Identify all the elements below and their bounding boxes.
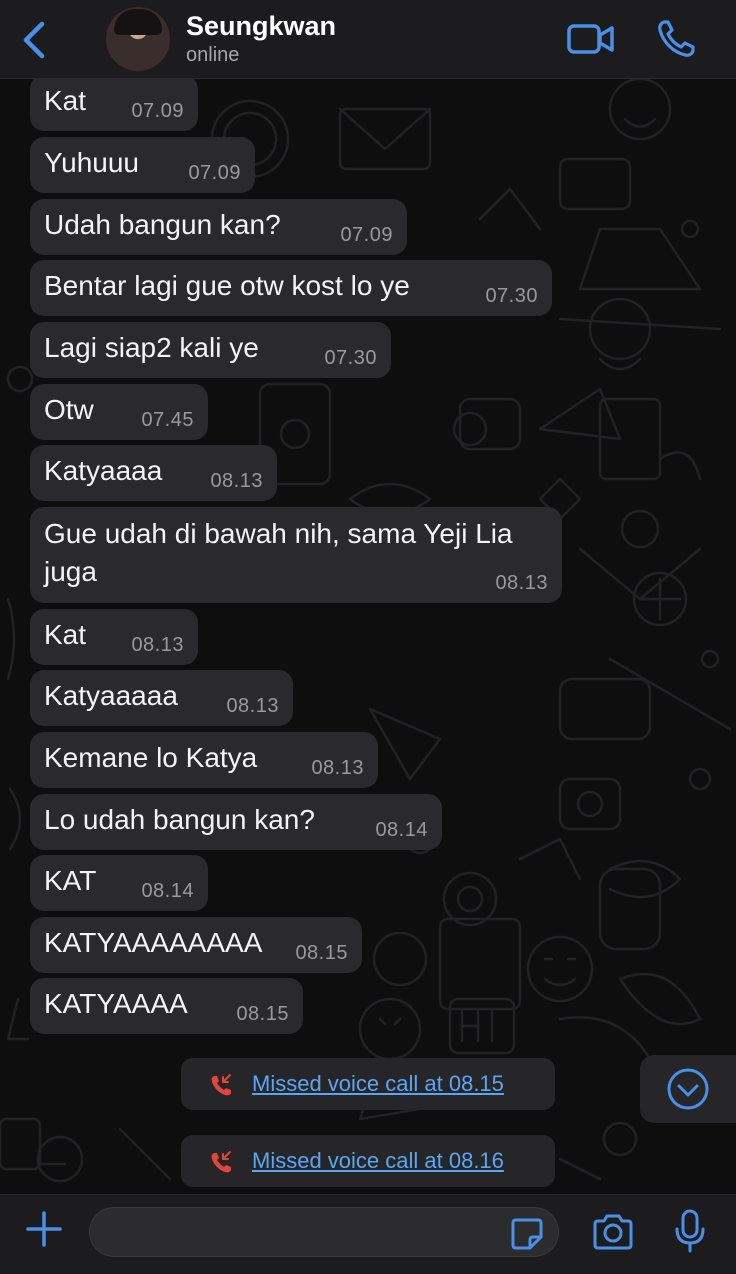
message-bubble[interactable]: KATYAAAAAAAA 08.15 <box>30 917 362 973</box>
message-text: Lagi siap2 kali ye <box>44 332 259 363</box>
sticker-button[interactable] <box>510 1217 544 1251</box>
message-time: 08.13 <box>495 572 548 594</box>
attach-button[interactable] <box>24 1209 64 1249</box>
plus-icon <box>26 1211 62 1247</box>
message-time: 07.09 <box>340 224 393 246</box>
missed-call-link[interactable]: Missed voice call at 08.15 <box>252 1071 504 1097</box>
message-text: Katyaaaaa <box>44 680 178 711</box>
message-input[interactable] <box>89 1207 559 1257</box>
back-button[interactable] <box>14 18 54 62</box>
message-bubble[interactable]: Bentar lagi gue otw kost lo ye 07.30 <box>30 260 552 316</box>
camera-button[interactable] <box>591 1212 635 1252</box>
message-bubble[interactable]: Katyaaaaa 08.13 <box>30 670 293 726</box>
message-text: Kat <box>44 85 87 116</box>
camera-icon <box>593 1214 633 1250</box>
voice-call-button[interactable] <box>655 18 697 60</box>
message-time: 08.13 <box>311 757 364 779</box>
message-bubble[interactable]: Lagi siap2 kali ye 07.30 <box>30 322 391 378</box>
message-bubble[interactable]: Kat 08.13 <box>30 609 198 665</box>
chat-header: Seungkwan online <box>0 0 736 79</box>
message-time: 08.14 <box>141 880 194 902</box>
message-time: 08.13 <box>226 695 279 717</box>
avatar[interactable] <box>106 7 170 71</box>
message-text: Udah bangun kan? <box>44 209 281 240</box>
missed-call-notice[interactable]: Missed voice call at 08.15 <box>181 1058 555 1110</box>
message-bubble[interactable]: Katyaaaa 08.13 <box>30 445 277 501</box>
video-call-button[interactable] <box>566 20 616 58</box>
message-time: 08.15 <box>295 942 348 964</box>
message-text: Otw <box>44 394 94 425</box>
message-time: 08.13 <box>131 634 184 656</box>
message-bubble[interactable]: KAT 08.14 <box>30 855 208 911</box>
message-bubble[interactable]: KATYAAAA 08.15 <box>30 978 303 1034</box>
message-time: 07.09 <box>188 162 241 184</box>
message-text: Kemane lo Katya <box>44 742 258 773</box>
contact-status: online <box>186 44 240 66</box>
message-time: 08.15 <box>236 1003 289 1025</box>
phone-icon <box>658 20 695 57</box>
message-bubble[interactable]: Udah bangun kan? 07.09 <box>30 199 407 255</box>
missed-call-link[interactable]: Missed voice call at 08.16 <box>252 1148 504 1174</box>
contact-name[interactable]: Seungkwan <box>186 11 336 42</box>
message-bubble[interactable]: Otw 07.45 <box>30 384 208 440</box>
message-time: 08.14 <box>375 819 428 841</box>
message-bubble[interactable]: Kemane lo Katya 08.13 <box>30 732 378 788</box>
message-text: Yuhuuu <box>44 147 139 178</box>
missed-call-notice[interactable]: Missed voice call at 08.16 <box>181 1135 555 1187</box>
chevron-down-circle-icon <box>667 1068 709 1110</box>
message-bubble[interactable]: Kat 07.09 <box>30 79 198 131</box>
message-text: Bentar lagi gue otw kost lo ye <box>44 270 410 301</box>
message-time: 08.13 <box>210 470 263 492</box>
message-bubble[interactable]: Gue udah di bawah nih, sama Yeji Lia jug… <box>30 507 562 603</box>
message-bubble[interactable]: Yuhuuu 07.09 <box>30 137 255 193</box>
message-text: Kat <box>44 619 87 650</box>
missed-call-icon <box>211 1074 231 1096</box>
sticker-icon <box>511 1218 543 1250</box>
message-text: KATYAAAA <box>44 988 188 1019</box>
message-time: 07.30 <box>324 347 377 369</box>
microphone-icon <box>675 1209 705 1253</box>
chevron-left-icon <box>23 21 45 59</box>
message-time: 07.30 <box>485 285 538 307</box>
composer-bar <box>0 1194 736 1274</box>
message-text: KAT <box>44 865 97 896</box>
message-text: KATYAAAAAAAA <box>44 927 263 958</box>
message-bubble[interactable]: Lo udah bangun kan? 08.14 <box>30 794 442 850</box>
microphone-button[interactable] <box>672 1208 708 1254</box>
message-text: Gue udah di bawah nih, sama Yeji Lia jug… <box>44 518 513 587</box>
missed-call-icon <box>211 1151 231 1173</box>
message-time: 07.45 <box>141 409 194 431</box>
message-time: 07.09 <box>131 100 184 122</box>
video-camera-icon <box>567 24 614 54</box>
scroll-to-bottom-button[interactable] <box>640 1055 736 1123</box>
message-text: Katyaaaa <box>44 455 163 486</box>
message-text: Lo udah bangun kan? <box>44 804 315 835</box>
chat-area[interactable]: Kat 07.09 Yuhuuu 07.09 Udah bangun kan? … <box>0 79 736 1194</box>
